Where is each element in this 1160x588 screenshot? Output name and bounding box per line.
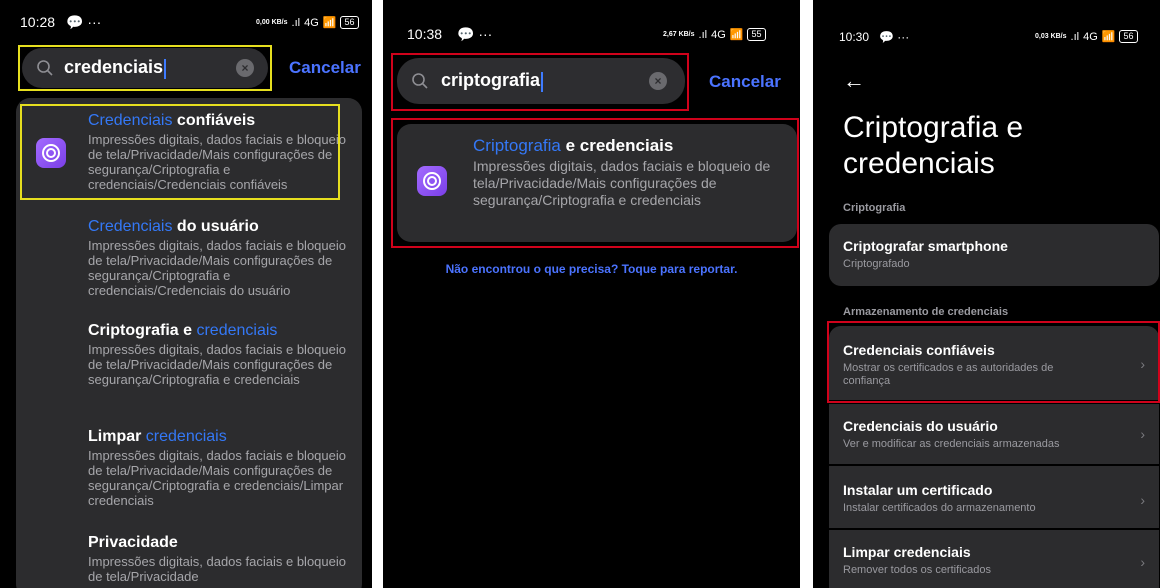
row-credenciais-usuario[interactable]: Credenciais do usuário Ver e modificar a… bbox=[829, 404, 1159, 464]
highlight-frame-result bbox=[391, 118, 799, 248]
network-type: 4G bbox=[711, 28, 726, 41]
screen-search-criptografia: 10:38 💬 ··· 2,67 KB/s .ıl 4G 📶 55 cripto… bbox=[383, 0, 800, 588]
wifi-icon: 📶 bbox=[1101, 31, 1116, 43]
cancel-button[interactable]: Cancelar bbox=[709, 72, 781, 92]
net-speed: 2,67 KB/s bbox=[663, 31, 695, 38]
row-limpar-credenciais[interactable]: Limpar credenciais Remover todos os cert… bbox=[829, 530, 1159, 588]
result-path: Impressões digitais, dados faciais e blo… bbox=[88, 448, 346, 508]
result-path: Impressões digitais, dados faciais e blo… bbox=[88, 238, 346, 298]
status-icons: 2,67 KB/s .ıl 4G 📶 55 bbox=[663, 28, 766, 41]
row-title: Limpar credenciais bbox=[843, 544, 971, 560]
chevron-right-icon: › bbox=[1140, 554, 1145, 570]
notification-icons: 💬 ··· bbox=[66, 14, 102, 30]
status-icons: 0,03 KB/s .ıl 4G 📶 56 bbox=[1035, 30, 1138, 43]
screen-search-credenciais: 10:28 💬 ··· 0,00 KB/s .ıl 4G 📶 56 creden… bbox=[0, 0, 372, 588]
row-instalar-certificado[interactable]: Instalar um certificado Instalar certifi… bbox=[829, 466, 1159, 528]
highlight-frame-search bbox=[18, 45, 272, 91]
clock: 10:28 bbox=[20, 14, 56, 30]
battery-icon: 56 bbox=[1119, 30, 1138, 43]
signal-icon: .ıl bbox=[291, 16, 301, 29]
result-limpar-credenciais[interactable]: Limpar credenciais Impressões digitais, … bbox=[88, 428, 348, 508]
section-header-armazenamento: Armazenamento de credenciais bbox=[843, 306, 1009, 318]
status-bar: 10:28 💬 ··· 0,00 KB/s .ıl 4G 📶 56 bbox=[0, 14, 372, 34]
row-title: Instalar um certificado bbox=[843, 482, 993, 498]
result-path: Impressões digitais, dados faciais e blo… bbox=[88, 342, 346, 387]
notification-icons: 💬 ··· bbox=[879, 30, 910, 44]
row-subtitle: Remover todos os certificados bbox=[843, 564, 991, 576]
row-criptografar-smartphone[interactable]: Criptografar smartphone Criptografado bbox=[829, 224, 1159, 286]
row-title: Criptografar smartphone bbox=[843, 238, 1008, 254]
net-speed: 0,03 KB/s bbox=[1035, 33, 1067, 40]
result-title: Criptografia e credenciais bbox=[88, 322, 278, 339]
status-icons: 0,00 KB/s .ıl 4G 📶 56 bbox=[256, 16, 359, 29]
notification-icons: 💬 ··· bbox=[457, 26, 493, 42]
signal-icon: .ıl bbox=[1070, 30, 1080, 43]
result-privacidade[interactable]: Privacidade Impressões digitais, dados f… bbox=[88, 534, 348, 584]
result-title: Limpar credenciais bbox=[88, 428, 227, 445]
battery-icon: 55 bbox=[747, 28, 766, 41]
status-bar: 10:30 💬 ··· 0,03 KB/s .ıl 4G 📶 56 bbox=[813, 30, 1160, 50]
cancel-button[interactable]: Cancelar bbox=[289, 58, 361, 78]
report-link[interactable]: Não encontrou o que precisa? Toque para … bbox=[383, 262, 800, 276]
battery-icon: 56 bbox=[340, 16, 359, 29]
page-title: Criptografia e credenciais bbox=[843, 111, 1024, 180]
row-title: Credenciais do usuário bbox=[843, 418, 998, 434]
row-subtitle: Instalar certificados do armazenamento bbox=[843, 502, 1036, 514]
row-subtitle: Ver e modificar as credenciais armazenad… bbox=[843, 438, 1060, 450]
signal-icon: .ıl bbox=[698, 28, 708, 41]
status-bar: 10:38 💬 ··· 2,67 KB/s .ıl 4G 📶 55 bbox=[383, 26, 800, 46]
result-title: Credenciais do usuário bbox=[88, 218, 259, 235]
result-criptografia-credenciais[interactable]: Criptografia e credenciais Impressões di… bbox=[88, 322, 348, 387]
highlight-frame-result bbox=[20, 104, 340, 200]
highlight-frame-row bbox=[827, 321, 1160, 403]
wifi-icon: 📶 bbox=[729, 29, 744, 41]
highlight-frame-search bbox=[391, 53, 689, 111]
screen-criptografia-credenciais: 10:30 💬 ··· 0,03 KB/s .ıl 4G 📶 56 ← Crip… bbox=[813, 0, 1160, 588]
network-type: 4G bbox=[1083, 30, 1098, 43]
result-credenciais-usuario[interactable]: Credenciais do usuário Impressões digita… bbox=[88, 218, 348, 298]
row-subtitle: Criptografado bbox=[843, 258, 910, 270]
network-type: 4G bbox=[304, 16, 319, 29]
chevron-right-icon: › bbox=[1140, 492, 1145, 508]
wifi-icon: 📶 bbox=[322, 17, 337, 29]
net-speed: 0,00 KB/s bbox=[256, 19, 288, 26]
result-title: Privacidade bbox=[88, 534, 178, 551]
chevron-right-icon: › bbox=[1140, 426, 1145, 442]
result-path: Impressões digitais, dados faciais e blo… bbox=[88, 554, 346, 584]
section-header-criptografia: Criptografia bbox=[843, 202, 906, 214]
clock: 10:30 bbox=[839, 30, 870, 44]
clock: 10:38 bbox=[407, 26, 443, 42]
back-arrow-icon[interactable]: ← bbox=[843, 68, 865, 94]
